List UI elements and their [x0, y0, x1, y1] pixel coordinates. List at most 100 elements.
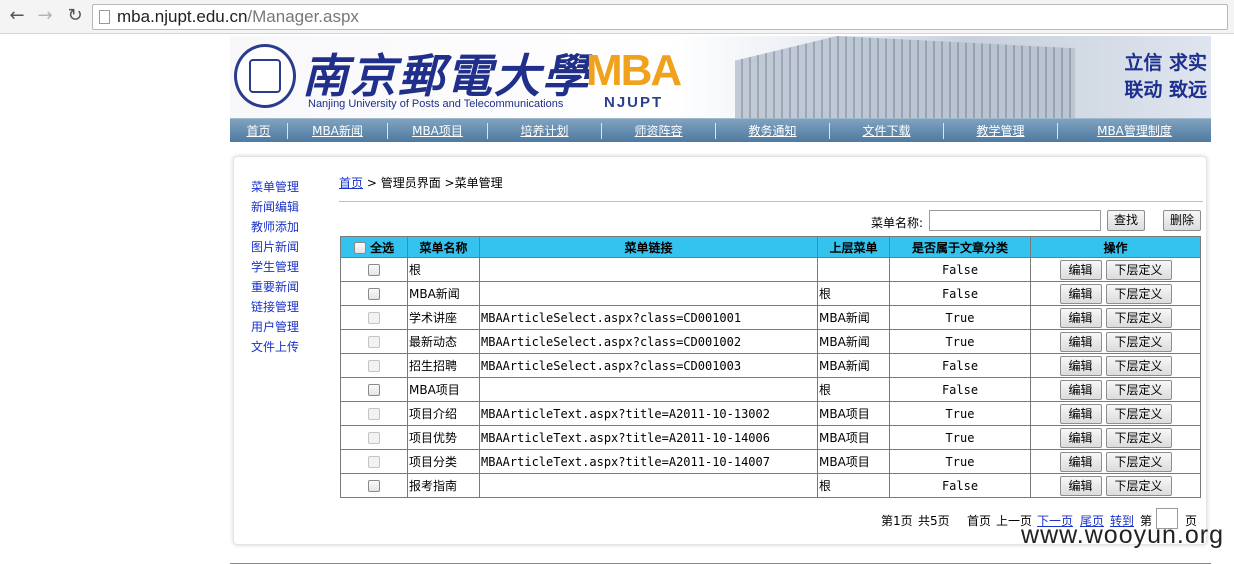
row-select-cell: [340, 353, 408, 378]
edit-button[interactable]: 编辑: [1059, 451, 1102, 472]
nav-item-downloads[interactable]: 文件下载: [830, 122, 944, 139]
row-is-category: True: [889, 425, 1031, 450]
search-bar: 菜单名称: 查找 删除: [339, 209, 1201, 233]
pager-total: 共5页: [918, 514, 950, 528]
edit-button[interactable]: 编辑: [1059, 427, 1102, 448]
nav-item-teaching[interactable]: 教学管理: [944, 122, 1058, 139]
search-button[interactable]: 查找: [1107, 210, 1145, 231]
row-checkbox[interactable]: [368, 264, 380, 276]
sub-level-button[interactable]: 下层定义: [1105, 403, 1172, 424]
nav-item-mba-project[interactable]: MBA项目: [388, 122, 488, 139]
row-checkbox[interactable]: [368, 384, 380, 396]
row-actions: 编辑 下层定义: [1030, 305, 1201, 330]
row-actions: 编辑 下层定义: [1030, 425, 1201, 450]
row-select-cell: [340, 449, 408, 474]
menu-name-input[interactable]: [929, 210, 1101, 231]
nav-item-home[interactable]: 首页: [230, 122, 288, 139]
sidebar-item-menu[interactable]: 菜单管理: [251, 177, 321, 197]
sidebar-item-users[interactable]: 用户管理: [251, 317, 321, 337]
edit-button[interactable]: 编辑: [1059, 403, 1102, 424]
row-checkbox[interactable]: [368, 312, 380, 324]
row-actions: 编辑 下层定义: [1030, 257, 1201, 282]
nav-item-mba-news[interactable]: MBA新闻: [288, 122, 388, 139]
row-menu-name: 报考指南: [407, 473, 480, 498]
row-checkbox[interactable]: [368, 288, 380, 300]
sub-level-button[interactable]: 下层定义: [1105, 283, 1172, 304]
row-is-category: False: [889, 257, 1031, 282]
table-header-row: 全选 菜单名称 菜单链接 上层菜单 是否属于文章分类 操作: [340, 236, 1201, 258]
sub-level-button[interactable]: 下层定义: [1105, 379, 1172, 400]
main-nav: 首页 MBA新闻 MBA项目 培养计划 师资阵容 教务通知 文件下载 教学管理 …: [230, 118, 1211, 142]
sub-level-button[interactable]: 下层定义: [1105, 307, 1172, 328]
edit-button[interactable]: 编辑: [1059, 355, 1102, 376]
row-actions: 编辑 下层定义: [1030, 449, 1201, 474]
edit-button[interactable]: 编辑: [1059, 259, 1102, 280]
row-select-cell: [340, 281, 408, 306]
row-parent-menu: MBA项目: [817, 425, 890, 450]
sub-level-button[interactable]: 下层定义: [1105, 475, 1172, 496]
row-select-cell: [340, 329, 408, 354]
reload-icon[interactable]: ↻: [64, 5, 86, 27]
sidebar-item-links[interactable]: 链接管理: [251, 297, 321, 317]
select-all-checkbox[interactable]: [353, 242, 366, 254]
row-menu-link: MBAArticleText.aspx?title=A2011-10-14006: [479, 425, 818, 450]
row-checkbox[interactable]: [368, 456, 380, 468]
row-parent-menu: MBA新闻: [817, 329, 890, 354]
row-checkbox[interactable]: [368, 360, 380, 372]
row-select-cell: [340, 401, 408, 426]
row-menu-name: 项目介绍: [407, 401, 480, 426]
edit-button[interactable]: 编辑: [1059, 283, 1102, 304]
sidebar-item-photo-news[interactable]: 图片新闻: [251, 237, 321, 257]
sub-level-button[interactable]: 下层定义: [1105, 331, 1172, 352]
delete-button[interactable]: 删除: [1163, 210, 1201, 231]
site-banner: 南京郵電大學 Nanjing University of Posts and T…: [230, 36, 1211, 118]
sidebar-item-teacher-add[interactable]: 教师添加: [251, 217, 321, 237]
breadcrumb-separator: >: [366, 176, 377, 190]
table-row: 报考指南根 False 编辑 下层定义: [340, 473, 1201, 498]
edit-button[interactable]: 编辑: [1059, 331, 1102, 352]
nav-item-faculty[interactable]: 师资阵容: [602, 122, 716, 139]
row-select-cell: [340, 305, 408, 330]
sub-level-button[interactable]: 下层定义: [1105, 259, 1172, 280]
row-checkbox[interactable]: [368, 432, 380, 444]
edit-button[interactable]: 编辑: [1059, 307, 1102, 328]
admin-sidebar: 菜单管理 新闻编辑 教师添加 图片新闻 学生管理 重要新闻 链接管理 用户管理 …: [251, 177, 321, 357]
sidebar-item-upload[interactable]: 文件上传: [251, 337, 321, 357]
header-select-all: 全选: [340, 236, 408, 258]
breadcrumb-path: 管理员界面 >菜单管理: [380, 176, 503, 190]
sub-level-button[interactable]: 下层定义: [1105, 451, 1172, 472]
university-seal-icon: [234, 44, 296, 108]
nav-item-training-plan[interactable]: 培养计划: [488, 122, 602, 139]
row-menu-name: 根: [407, 257, 480, 282]
address-bar[interactable]: mba.njupt.edu.cn/Manager.aspx: [92, 4, 1228, 30]
row-checkbox[interactable]: [368, 336, 380, 348]
row-actions: 编辑 下层定义: [1030, 377, 1201, 402]
row-parent-menu: 根: [817, 377, 890, 402]
row-parent-menu: [817, 257, 890, 282]
edit-button[interactable]: 编辑: [1059, 475, 1102, 496]
row-checkbox[interactable]: [368, 408, 380, 420]
url-host: mba.njupt.edu.cn: [117, 7, 248, 26]
sub-level-button[interactable]: 下层定义: [1105, 355, 1172, 376]
pager-first: 首页: [967, 514, 992, 528]
edit-button[interactable]: 编辑: [1059, 379, 1102, 400]
row-is-category: True: [889, 401, 1031, 426]
table-row: MBA项目根 False 编辑 下层定义: [340, 377, 1201, 402]
pager-current: 第1页: [881, 514, 913, 528]
motto-line-2: 联动 致远: [1124, 79, 1207, 101]
table-row: 项目优势 MBAArticleText.aspx?title=A2011-10-1…: [340, 425, 1201, 450]
sidebar-item-students[interactable]: 学生管理: [251, 257, 321, 277]
sidebar-item-news-edit[interactable]: 新闻编辑: [251, 197, 321, 217]
sidebar-item-key-news[interactable]: 重要新闻: [251, 277, 321, 297]
row-actions: 编辑 下层定义: [1030, 329, 1201, 354]
row-select-cell: [340, 473, 408, 498]
breadcrumb-home-link[interactable]: 首页: [339, 176, 363, 190]
sub-level-button[interactable]: 下层定义: [1105, 427, 1172, 448]
nav-item-notices[interactable]: 教务通知: [716, 122, 830, 139]
table-row: 招生招聘 MBAArticleSelect.aspx?class=CD001003…: [340, 353, 1201, 378]
forward-arrow-icon[interactable]: →: [34, 5, 56, 27]
row-checkbox[interactable]: [368, 480, 380, 492]
select-all-label: 全选: [370, 240, 395, 255]
back-arrow-icon[interactable]: ←: [6, 5, 28, 27]
nav-item-regulations[interactable]: MBA管理制度: [1058, 123, 1211, 139]
